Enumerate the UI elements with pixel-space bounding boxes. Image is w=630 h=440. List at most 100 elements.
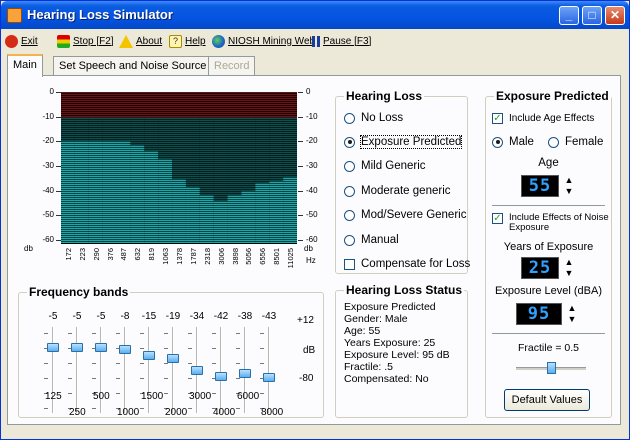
band-slider-thumb[interactable] bbox=[215, 372, 227, 382]
band-8-row bbox=[172, 191, 186, 193]
radio-exposure-predicted[interactable]: Exposure Predicted bbox=[344, 135, 463, 149]
radio-moderate-generic[interactable]: Moderate generic bbox=[344, 184, 451, 198]
spin-up-icon[interactable]: ▲ bbox=[561, 257, 577, 268]
radio-circle[interactable] bbox=[344, 112, 355, 124]
spin-up-icon[interactable]: ▲ bbox=[564, 303, 580, 314]
checkbox-label: Compensate for Loss bbox=[361, 258, 471, 270]
band-5-row bbox=[130, 197, 145, 199]
band-slider-thumb[interactable] bbox=[95, 342, 107, 352]
band-14-row bbox=[255, 127, 270, 129]
band-7-row bbox=[158, 235, 173, 237]
band-slider-track[interactable] bbox=[220, 327, 222, 413]
fractile-thumb[interactable] bbox=[546, 362, 556, 374]
years-spinner[interactable]: ▲ ▼ bbox=[561, 257, 577, 279]
band-16-row bbox=[283, 175, 297, 177]
radio-male[interactable]: Male bbox=[492, 135, 534, 149]
band-6-row bbox=[144, 241, 159, 243]
spin-down-icon[interactable]: ▼ bbox=[564, 314, 580, 325]
maximize-button[interactable]: □ bbox=[582, 6, 602, 25]
include-age-checkbox[interactable]: ✓ Include Age Effects bbox=[492, 111, 594, 125]
compensate-checkbox[interactable]: Compensate for Loss bbox=[344, 257, 470, 271]
include-noise-checkbox[interactable]: ✓ Include Effects of Noise Exposure bbox=[492, 213, 609, 237]
band-slider-thumb[interactable] bbox=[239, 369, 251, 379]
band-14-row bbox=[255, 239, 270, 241]
radio-circle[interactable] bbox=[344, 136, 355, 148]
band-8-row bbox=[172, 127, 186, 129]
radio-circle[interactable] bbox=[548, 136, 559, 148]
radio-circle[interactable] bbox=[344, 185, 355, 197]
band-11-row bbox=[213, 239, 228, 241]
level-spinner[interactable]: ▲ ▼ bbox=[564, 303, 580, 325]
checkbox-box[interactable]: ✓ bbox=[492, 213, 503, 224]
checkbox-box[interactable]: ✓ bbox=[492, 112, 503, 124]
band-2-row bbox=[88, 229, 103, 231]
band-9-row bbox=[185, 183, 200, 185]
radio-no-loss[interactable]: No Loss bbox=[344, 111, 403, 125]
band-12-row bbox=[227, 213, 242, 215]
band-13-row bbox=[241, 149, 256, 151]
spin-up-icon[interactable]: ▲ bbox=[561, 175, 577, 186]
band-6-row bbox=[144, 203, 159, 205]
close-button[interactable]: ✕ bbox=[605, 6, 625, 25]
menu-about[interactable]: About bbox=[119, 33, 162, 49]
radio-circle[interactable] bbox=[492, 136, 503, 148]
band-slider-track[interactable] bbox=[172, 327, 174, 413]
radio-mod-severe-generic[interactable]: Mod/Severe Generic bbox=[344, 208, 466, 222]
minimize-button[interactable]: _ bbox=[559, 6, 579, 25]
age-spinner[interactable]: ▲ ▼ bbox=[561, 175, 577, 197]
radio-female[interactable]: Female bbox=[548, 135, 603, 149]
radio-circle[interactable] bbox=[344, 234, 355, 246]
radio-circle[interactable] bbox=[344, 209, 355, 221]
title-bar[interactable]: Hearing Loss Simulator _ □ ✕ bbox=[1, 1, 629, 29]
menu-exit[interactable]: Exit bbox=[5, 33, 38, 49]
band-0-row bbox=[61, 129, 75, 131]
fractile-slider[interactable] bbox=[516, 362, 586, 374]
band-5-row bbox=[130, 169, 145, 171]
band-tick bbox=[164, 333, 168, 334]
menu-pause[interactable]: Pause [F3] bbox=[312, 33, 371, 49]
band-slider-thumb[interactable] bbox=[71, 342, 83, 352]
band-15-row bbox=[269, 129, 284, 131]
band-tick bbox=[140, 378, 144, 379]
band-4-row bbox=[116, 143, 131, 145]
checkbox-box[interactable] bbox=[344, 258, 355, 270]
band-slider-thumb[interactable] bbox=[191, 366, 203, 375]
radio-circle[interactable] bbox=[344, 160, 355, 172]
band-slider-track[interactable] bbox=[124, 327, 126, 413]
menu-stop[interactable]: Stop [F2] bbox=[57, 33, 114, 49]
menu-help[interactable]: ? Help bbox=[169, 33, 206, 49]
tab-speech-noise[interactable]: Set Speech and Noise Source bbox=[53, 56, 213, 76]
x-tick: 5056 bbox=[244, 248, 254, 265]
band-1-row bbox=[74, 155, 89, 157]
band-1-row bbox=[74, 177, 89, 179]
band-8-row bbox=[172, 171, 186, 173]
band-6-row bbox=[144, 143, 159, 145]
radio-mild-generic[interactable]: Mild Generic bbox=[344, 159, 426, 173]
y-right-tick: -60 bbox=[306, 235, 318, 244]
band-16-row bbox=[283, 147, 297, 149]
band-13-row bbox=[241, 217, 256, 219]
band-slider-thumb[interactable] bbox=[263, 373, 275, 383]
band-13-row bbox=[241, 209, 256, 211]
band-14-row bbox=[255, 163, 270, 165]
band-slider-thumb[interactable] bbox=[47, 342, 59, 352]
tab-main[interactable]: Main bbox=[7, 54, 43, 77]
band-slider-track[interactable] bbox=[76, 327, 78, 413]
spin-down-icon[interactable]: ▼ bbox=[561, 186, 577, 197]
menu-niosh-web[interactable]: NIOSH Mining Web bbox=[212, 33, 315, 49]
band-8-row bbox=[172, 199, 186, 201]
y-right-tick: -40 bbox=[306, 185, 318, 195]
band-8-row bbox=[172, 211, 186, 213]
default-values-button[interactable]: Default Values bbox=[504, 389, 590, 411]
band-slider-thumb[interactable] bbox=[167, 353, 179, 363]
band-11-row bbox=[213, 119, 228, 121]
band-4-row bbox=[116, 165, 131, 167]
band-slider-track[interactable] bbox=[268, 327, 270, 413]
band-15-row bbox=[269, 219, 284, 221]
band-9-row bbox=[185, 179, 200, 181]
band-slider-thumb[interactable] bbox=[143, 350, 155, 360]
radio-manual[interactable]: Manual bbox=[344, 233, 399, 247]
spin-down-icon[interactable]: ▼ bbox=[561, 268, 577, 279]
band-slider-thumb[interactable] bbox=[119, 345, 131, 355]
band-16-row bbox=[283, 179, 297, 181]
